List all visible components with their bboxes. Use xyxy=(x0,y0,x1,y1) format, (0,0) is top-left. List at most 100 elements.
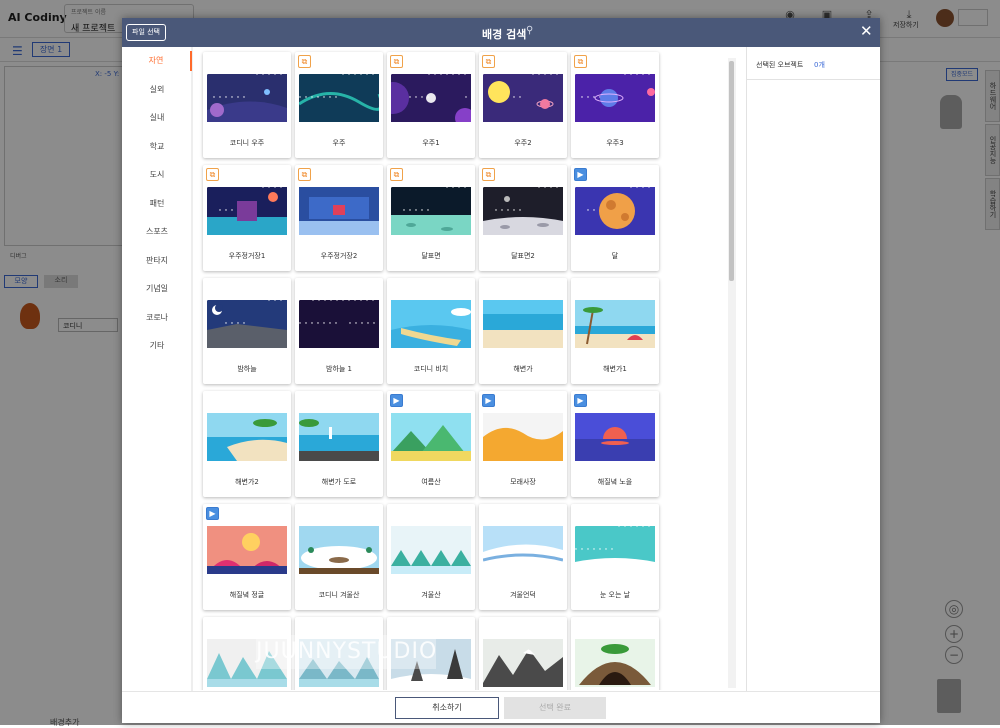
image-badge-icon: ⧉ xyxy=(390,168,403,181)
background-card-label: 달표면2 xyxy=(511,252,535,260)
background-card-label: 모래사장 xyxy=(510,478,536,486)
background-thumbnail[interactable] xyxy=(575,413,655,461)
background-card[interactable] xyxy=(479,617,567,690)
background-card-label: 여름산 xyxy=(421,478,441,486)
background-card[interactable]: 눈 오는 날 xyxy=(571,504,659,610)
category-item[interactable]: 스포츠 xyxy=(122,222,192,242)
background-thumbnail[interactable] xyxy=(391,413,471,461)
background-card-label: 밤하늘 xyxy=(237,365,257,373)
background-thumbnail[interactable] xyxy=(391,300,471,348)
cancel-button[interactable]: 취소하기 xyxy=(395,697,499,719)
background-card-label: 해변가 도로 xyxy=(321,478,357,486)
background-card-label: 해변가1 xyxy=(603,365,627,373)
background-card[interactable]: 코디니 우주 xyxy=(203,52,291,158)
background-card-label: 밤하늘 1 xyxy=(326,365,352,373)
background-thumbnail[interactable] xyxy=(299,526,379,574)
category-item[interactable]: 도시 xyxy=(122,165,192,185)
category-list: 자연실외실내학교도시패턴스포츠판타지기념일코로나기타 xyxy=(122,47,193,691)
background-card-label: 우주3 xyxy=(606,139,624,147)
background-card-label: 눈 오는 날 xyxy=(599,591,631,599)
background-card[interactable]: 겨울언덕 xyxy=(479,504,567,610)
background-card-label: 코디니 우주 xyxy=(229,139,265,147)
image-badge-icon: ⧉ xyxy=(206,168,219,181)
background-thumbnail[interactable] xyxy=(483,413,563,461)
background-card[interactable]: 겨울산 xyxy=(387,504,475,610)
background-card[interactable]: ⧉ 우주1 xyxy=(387,52,475,158)
modal-header: 파일 선택 배경 검색 ⚲ ✕ xyxy=(122,18,880,47)
background-thumbnail[interactable] xyxy=(483,639,563,687)
background-card[interactable]: 해변가2 xyxy=(203,391,291,497)
background-card[interactable]: ▶ 달 xyxy=(571,165,659,271)
background-thumbnail[interactable] xyxy=(483,187,563,235)
category-item[interactable]: 실내 xyxy=(122,108,192,128)
background-thumbnail[interactable] xyxy=(575,187,655,235)
background-thumbnail[interactable] xyxy=(207,300,287,348)
background-thumbnail[interactable] xyxy=(299,413,379,461)
background-thumbnail[interactable] xyxy=(575,526,655,574)
background-thumbnail[interactable] xyxy=(299,300,379,348)
background-card[interactable]: ⧉ 우주정거장2 xyxy=(295,165,383,271)
background-card-label: 해질녘 정글 xyxy=(229,591,265,599)
background-thumbnail[interactable] xyxy=(391,526,471,574)
background-card[interactable] xyxy=(571,617,659,690)
category-item[interactable]: 자연 xyxy=(122,51,192,71)
search-icon[interactable]: ⚲ xyxy=(526,25,533,36)
background-card[interactable]: ▶ 모래사장 xyxy=(479,391,567,497)
background-card[interactable]: ⧉ 우주 xyxy=(295,52,383,158)
background-card-label: 우주정거장2 xyxy=(320,252,358,260)
background-thumbnail[interactable] xyxy=(207,74,287,122)
background-thumbnail[interactable] xyxy=(391,74,471,122)
background-card-label: 우주 xyxy=(332,139,346,147)
category-item[interactable]: 실외 xyxy=(122,80,192,100)
video-badge-icon: ▶ xyxy=(574,394,587,407)
background-card[interactable]: 해변가 도로 xyxy=(295,391,383,497)
background-card[interactable]: 해변가1 xyxy=(571,278,659,384)
category-item[interactable]: 기념일 xyxy=(122,279,192,299)
file-select-button[interactable]: 파일 선택 xyxy=(126,24,166,41)
background-card[interactable]: ▶ 해질녘 정글 xyxy=(203,504,291,610)
background-thumbnail[interactable] xyxy=(207,187,287,235)
background-thumbnail[interactable] xyxy=(483,74,563,122)
background-card-label: 우주2 xyxy=(514,139,532,147)
image-badge-icon: ⧉ xyxy=(298,55,311,68)
selected-objects-label: 선택된 오브젝트 xyxy=(756,61,804,69)
background-card[interactable]: 코디니 비치 xyxy=(387,278,475,384)
background-card[interactable]: 밤하늘 xyxy=(203,278,291,384)
category-item[interactable]: 코로나 xyxy=(122,308,192,328)
background-card[interactable]: ⧉ 달표면2 xyxy=(479,165,567,271)
background-thumbnail[interactable] xyxy=(207,526,287,574)
background-thumbnail[interactable] xyxy=(207,413,287,461)
background-card[interactable]: ▶ 해질녘 노을 xyxy=(571,391,659,497)
background-grid: 코디니 우주 ⧉ 우주 ⧉ 우주1 ⧉ 우주2 ⧉ 우주3 ⧉ 우주정거장1 ⧉ 우주정거장2 ⧉ 달표면 ⧉… xyxy=(194,47,727,690)
background-thumbnail[interactable] xyxy=(575,639,655,687)
image-badge-icon: ⧉ xyxy=(482,168,495,181)
category-item[interactable]: 학교 xyxy=(122,137,192,157)
background-card[interactable]: 해변가 xyxy=(479,278,567,384)
background-thumbnail[interactable] xyxy=(575,74,655,122)
close-icon[interactable]: ✕ xyxy=(860,23,873,40)
background-thumbnail[interactable] xyxy=(483,526,563,574)
category-item[interactable]: 기타 xyxy=(122,336,192,356)
category-item[interactable]: 판타지 xyxy=(122,251,192,271)
background-card-label: 달 xyxy=(611,252,619,260)
confirm-selection-button[interactable]: 선택 완료 xyxy=(504,697,606,719)
background-thumbnail[interactable] xyxy=(575,300,655,348)
modal-footer xyxy=(122,691,880,723)
image-badge-icon: ⧉ xyxy=(390,55,403,68)
background-thumbnail[interactable] xyxy=(483,300,563,348)
background-thumbnail[interactable] xyxy=(299,187,379,235)
background-card[interactable]: ▶ 여름산 xyxy=(387,391,475,497)
background-card[interactable]: ⧉ 달표면 xyxy=(387,165,475,271)
category-item[interactable]: 패턴 xyxy=(122,194,192,214)
image-badge-icon: ⧉ xyxy=(482,55,495,68)
background-card[interactable]: ⧉ 우주정거장1 xyxy=(203,165,291,271)
background-thumbnail[interactable] xyxy=(391,187,471,235)
selected-panel xyxy=(746,47,880,691)
background-thumbnail[interactable] xyxy=(299,74,379,122)
background-card[interactable]: ⧉ 우주3 xyxy=(571,52,659,158)
background-card[interactable]: 코디니 겨울산 xyxy=(295,504,383,610)
background-card[interactable]: 밤하늘 1 xyxy=(295,278,383,384)
background-card[interactable]: ⧉ 우주2 xyxy=(479,52,567,158)
background-card-label: 해질녘 노을 xyxy=(597,478,633,486)
scrollbar-thumb[interactable] xyxy=(729,61,734,281)
